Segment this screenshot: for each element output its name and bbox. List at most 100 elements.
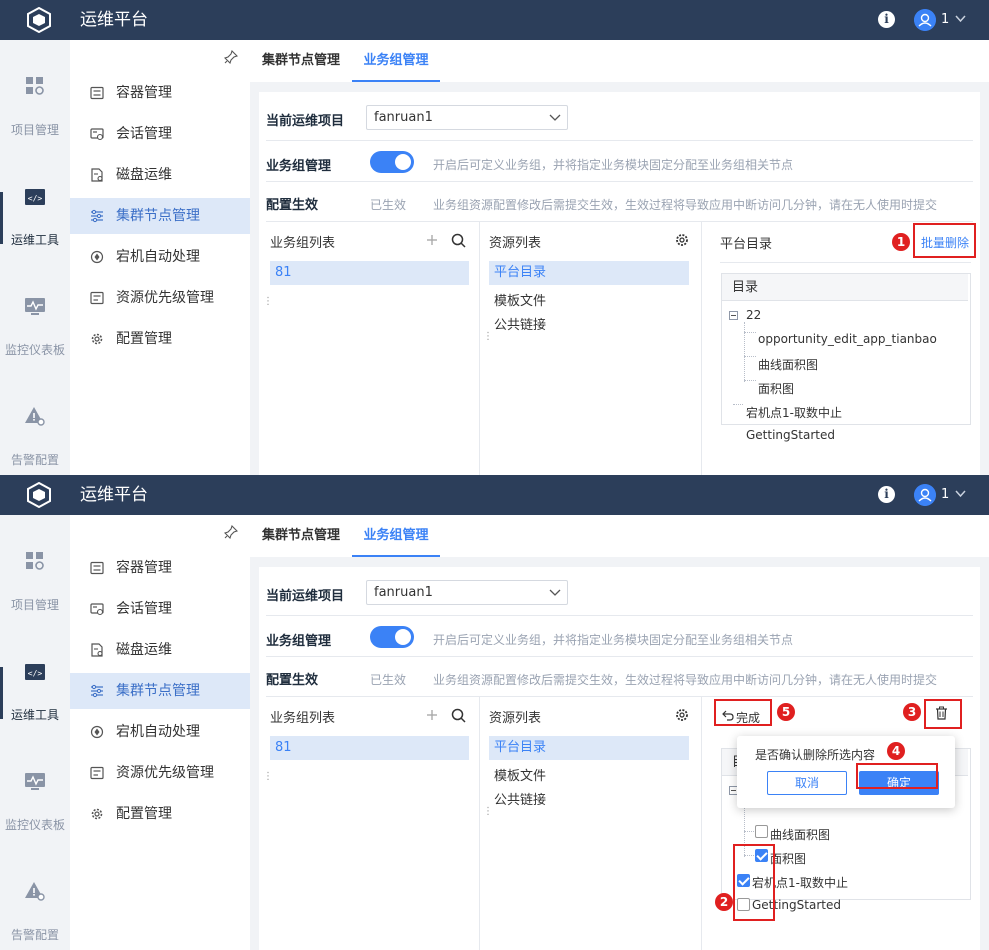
tree-node[interactable]: 曲线面积图 <box>770 826 830 843</box>
nav-label: 运维工具 <box>10 233 59 247</box>
divider <box>266 656 973 657</box>
tab-bar: 集群节点管理 业务组管理 <box>250 40 989 82</box>
tree-checkbox[interactable] <box>755 825 768 838</box>
top-bar: 运维平台 i 1 <box>0 475 989 515</box>
info-icon[interactable]: i <box>878 486 895 503</box>
chevron-down-icon <box>549 589 561 596</box>
tree-node[interactable]: 面积图 <box>758 380 794 397</box>
nav-item-ops-tools[interactable]: </> 运维工具 <box>0 661 70 761</box>
sub-item-auto-recover[interactable]: 宕机自动处理 <box>70 714 250 750</box>
resource-list-title: 资源列表 <box>489 711 542 726</box>
resource-item[interactable]: 模板文件 <box>494 765 546 784</box>
group-mgmt-toggle[interactable] <box>370 626 414 648</box>
collapse-icon[interactable] <box>729 311 738 320</box>
group-list-title: 业务组列表 <box>270 236 336 251</box>
tree-node[interactable]: 面积图 <box>770 850 806 867</box>
resource-item-label: 平台目录 <box>494 740 547 755</box>
resource-item[interactable]: 公共链接 <box>494 789 546 808</box>
gear-icon[interactable] <box>675 708 689 722</box>
chevron-down-icon[interactable] <box>955 490 966 498</box>
sub-item-session[interactable]: 会话管理 <box>70 116 250 152</box>
drag-handle[interactable]: ⋮ <box>263 772 273 787</box>
resource-item-label: 平台目录 <box>494 265 547 280</box>
sub-item-config[interactable]: 配置管理 <box>70 796 250 832</box>
sub-item-disk[interactable]: 磁盘运维 <box>70 632 250 668</box>
catalog-tree: 目录 22 opportunity_edit_app_tianbao 曲线面积图… <box>721 273 971 442</box>
project-select[interactable]: fanruan1 <box>366 105 568 130</box>
tree-node[interactable]: 宕机点1-取数中止 <box>746 404 842 421</box>
add-icon[interactable] <box>426 234 438 246</box>
add-icon[interactable] <box>426 709 438 721</box>
nav-label: 告警配置 <box>10 453 59 467</box>
user-name[interactable]: 1 <box>941 475 949 515</box>
divider <box>266 140 973 141</box>
group-item-selected[interactable]: 81 <box>270 261 469 285</box>
code-window-icon: </> <box>25 189 45 205</box>
sub-item-container[interactable]: 容器管理 <box>70 75 250 111</box>
tree-node[interactable]: opportunity_edit_app_tianbao <box>758 332 937 346</box>
tree-header-label: 目录 <box>732 280 759 295</box>
sub-item-label: 资源优先级管理 <box>116 765 214 781</box>
toggle-knob <box>395 154 411 170</box>
catalog-title: 平台目录 <box>720 237 773 252</box>
drag-handle[interactable]: ⋮ <box>483 332 493 347</box>
nav-item-monitor[interactable]: 监控仪表板 <box>0 295 70 395</box>
chevron-down-icon[interactable] <box>955 15 966 23</box>
project-select[interactable]: fanruan1 <box>366 580 568 605</box>
sub-item-priority[interactable]: 资源优先级管理 <box>70 280 250 316</box>
sub-item-cluster-node[interactable]: 集群节点管理 <box>70 673 250 709</box>
nav-item-ops-tools[interactable]: </> 运维工具 <box>0 186 70 286</box>
pin-icon[interactable] <box>224 525 238 539</box>
nav-item-alert[interactable]: 告警配置 <box>0 880 70 950</box>
toggle-knob <box>395 629 411 645</box>
step-badge: 3 <box>903 703 921 721</box>
group-item-selected[interactable]: 81 <box>270 736 469 760</box>
grid-icon <box>26 77 44 95</box>
nav-item-project[interactable]: 项目管理 <box>0 75 70 175</box>
search-icon[interactable] <box>451 233 466 248</box>
sub-item-config[interactable]: 配置管理 <box>70 321 250 357</box>
tab-cluster-node[interactable]: 集群节点管理 <box>258 40 344 82</box>
nav-item-project[interactable]: 项目管理 <box>0 550 70 650</box>
user-avatar-icon[interactable] <box>914 484 936 506</box>
pulse-monitor-icon <box>25 773 45 790</box>
nav-item-alert[interactable]: 告警配置 <box>0 405 70 475</box>
sub-item-label: 容器管理 <box>116 560 172 576</box>
sub-item-disk[interactable]: 磁盘运维 <box>70 157 250 193</box>
tree-node[interactable]: GettingStarted <box>746 428 835 442</box>
container-icon <box>90 86 104 100</box>
sub-item-container[interactable]: 容器管理 <box>70 550 250 586</box>
resource-item[interactable]: 公共链接 <box>494 314 546 333</box>
user-avatar-icon[interactable] <box>914 9 936 31</box>
tab-business-group[interactable]: 业务组管理 <box>352 515 440 557</box>
resource-item-selected[interactable]: 平台目录 <box>489 736 689 760</box>
nav-item-monitor[interactable]: 监控仪表板 <box>0 770 70 870</box>
config-label: 配置生效 <box>266 673 319 688</box>
resource-item[interactable]: 模板文件 <box>494 290 546 309</box>
app-title: 运维平台 <box>80 10 148 30</box>
group-mgmt-toggle[interactable] <box>370 151 414 173</box>
drag-handle[interactable]: ⋮ <box>263 297 273 312</box>
info-icon[interactable]: i <box>878 11 895 28</box>
resource-item-selected[interactable]: 平台目录 <box>489 261 689 285</box>
screenshot-after: 运维平台 i 1 项目管理 </> 运维工具 监控仪表板 告警配置 容器管理 会… <box>0 475 989 950</box>
drag-handle[interactable]: ⋮ <box>483 807 493 822</box>
sub-item-priority[interactable]: 资源优先级管理 <box>70 755 250 791</box>
pin-icon[interactable] <box>224 50 238 64</box>
tree-node[interactable]: 22 <box>746 308 761 322</box>
sub-item-cluster-node[interactable]: 集群节点管理 <box>70 198 250 234</box>
tab-cluster-node[interactable]: 集群节点管理 <box>258 515 344 557</box>
user-name[interactable]: 1 <box>941 0 949 40</box>
gear-icon[interactable] <box>675 233 689 247</box>
cancel-button[interactable]: 取消 <box>767 771 847 795</box>
nav-label: 告警配置 <box>10 928 59 942</box>
tree-node[interactable]: 曲线面积图 <box>758 356 818 373</box>
sliders-icon <box>91 209 103 223</box>
trash-icon[interactable] <box>935 706 948 720</box>
tab-business-group[interactable]: 业务组管理 <box>352 40 440 82</box>
sub-item-auto-recover[interactable]: 宕机自动处理 <box>70 239 250 275</box>
tree-connector <box>744 356 756 357</box>
group-item-label: 81 <box>275 740 292 755</box>
sub-item-session[interactable]: 会话管理 <box>70 591 250 627</box>
search-icon[interactable] <box>451 708 466 723</box>
